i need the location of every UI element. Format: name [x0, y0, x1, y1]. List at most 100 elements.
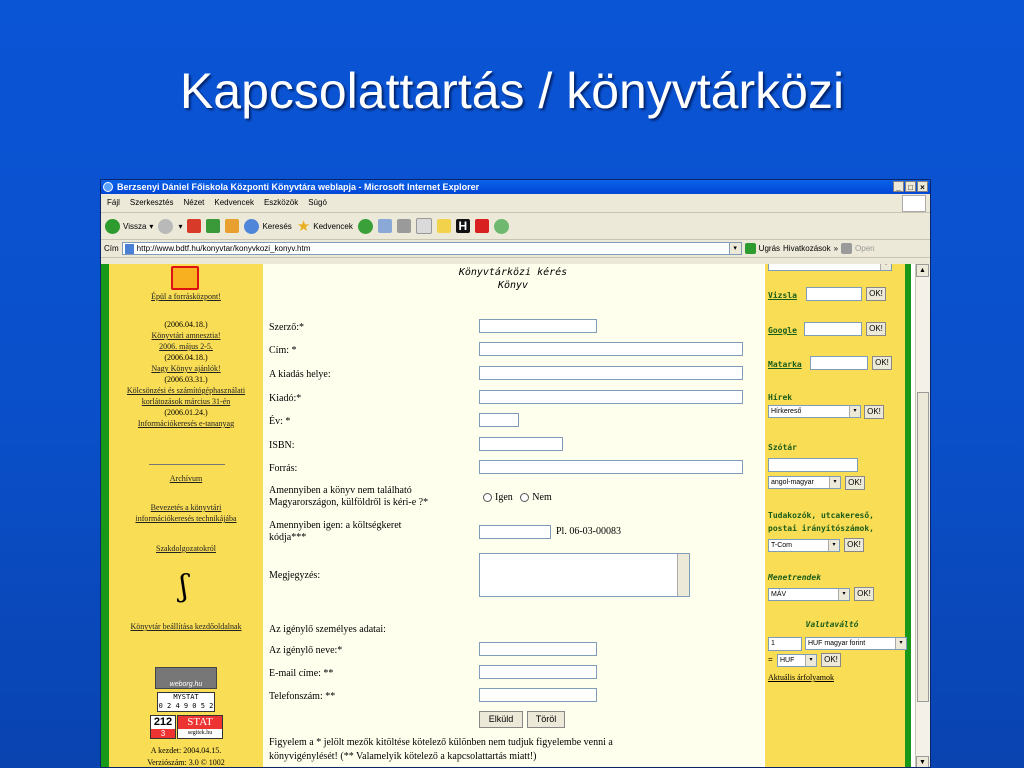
note-textarea[interactable]	[479, 553, 690, 597]
source-input[interactable]	[479, 460, 743, 474]
build-link[interactable]: Épül a forrásközpont!	[109, 292, 263, 301]
radio-yes[interactable]: Igen	[483, 492, 513, 503]
scroll-down-button[interactable]: ▼	[916, 756, 929, 767]
isbn-input[interactable]	[479, 437, 563, 451]
weborg-badge[interactable]: weborg.hu	[155, 667, 217, 689]
scroll-up-button[interactable]: ▲	[916, 264, 929, 277]
top-select[interactable]: ▾	[768, 264, 892, 271]
stat-segitek-badge[interactable]: STAT segitek.hu	[177, 715, 223, 739]
matarka-input[interactable]	[810, 356, 868, 370]
stop-icon[interactable]	[187, 219, 202, 233]
publisher-input[interactable]	[479, 390, 743, 404]
address-dropdown[interactable]: ▾	[728, 243, 741, 254]
timetable-ok-button[interactable]: OK!	[854, 587, 874, 601]
toolbar: Vissza ▾ ▾ Keresés ★ Kedvencek H	[101, 213, 930, 240]
radio-yes-circle	[483, 493, 492, 503]
name-input[interactable]	[479, 642, 597, 656]
menu-edit[interactable]: Szerkesztés	[130, 194, 174, 212]
note-scrollbar[interactable]	[677, 554, 689, 596]
dictionary-input[interactable]	[768, 458, 858, 472]
year-input[interactable]	[479, 413, 519, 427]
page-scrollbar[interactable]: ▲ ▼	[915, 264, 930, 767]
address-input[interactable]: http://www.bdtf.hu/konyvtar/konyvkozi_ko…	[121, 242, 742, 255]
cost-code-input[interactable]	[479, 525, 551, 539]
place-input[interactable]	[479, 366, 743, 380]
homepage-settings-link[interactable]: Könyvtár beállítása kezdőoldalnak	[109, 622, 263, 631]
minimize-button[interactable]: _	[893, 181, 904, 192]
print-icon[interactable]	[396, 219, 411, 233]
slide-title: Kapcsolattartás / könyvtárközi	[179, 63, 845, 119]
favorites-button[interactable]: ★ Kedvencek	[297, 217, 353, 235]
intro-link-line2: információkeresés technikájába	[135, 514, 237, 523]
home-icon[interactable]	[225, 219, 240, 233]
cost-code-label: Amennyiben igen: a költségkeret kódja***	[269, 520, 401, 544]
rates-link[interactable]: Aktuális árfolyamok	[768, 673, 834, 682]
address-bar: Cím http://www.bdtf.hu/konyvtar/konyvkoz…	[101, 240, 930, 258]
matarka-link[interactable]: Matarka	[768, 360, 802, 369]
window-titlebar: Berzsenyi Dániel Főiskola Központi Könyv…	[101, 180, 930, 194]
directory-ok-button[interactable]: OK!	[844, 538, 864, 552]
scroll-thumb[interactable]	[917, 392, 929, 702]
currency-from-select[interactable]: HUF magyar forint ▾	[805, 637, 907, 650]
go-button[interactable]: Ugrás	[744, 243, 780, 254]
refresh-icon[interactable]	[206, 219, 221, 233]
news-ok-button[interactable]: OK!	[864, 405, 884, 419]
forward-button[interactable]	[158, 218, 174, 234]
mystat-counter[interactable]: MYSTAT 0 2 4 9 0 5 2	[157, 692, 215, 712]
vizsla-input[interactable]	[806, 287, 862, 301]
dictionary-select[interactable]: angol-magyar ▾	[768, 476, 841, 489]
google-ok-button[interactable]: OK!	[866, 322, 886, 336]
directory-select[interactable]: T-Com ▾	[768, 539, 840, 552]
open-label[interactable]: Open	[855, 244, 875, 253]
search-button[interactable]: Keresés	[244, 218, 292, 234]
note-icon[interactable]	[436, 219, 451, 233]
mail-icon[interactable]	[377, 219, 392, 233]
history-icon[interactable]	[357, 218, 373, 234]
version: Verziószám: 3.0 © 1002	[147, 758, 225, 767]
menu-help[interactable]: Súgó	[308, 194, 327, 212]
users-icon[interactable]	[493, 218, 509, 234]
reset-button[interactable]: Töröl	[527, 711, 565, 728]
radio-yes-label: Igen	[495, 492, 513, 503]
currency-amount-input[interactable]: 1	[768, 637, 802, 651]
news-link[interactable]: Könyvtári amnesztia!	[109, 330, 263, 341]
news-link[interactable]: Információkeresés e-tananyag	[109, 418, 263, 429]
news-select[interactable]: Hírkereső ▾	[768, 405, 861, 418]
close-button[interactable]: ×	[917, 181, 928, 192]
radio-no[interactable]: Nem	[520, 492, 552, 503]
currency-from-value: HUF magyar forint	[808, 640, 866, 647]
author-input[interactable]	[479, 319, 597, 333]
menu-file[interactable]: Fájl	[107, 194, 120, 212]
messenger-icon[interactable]	[474, 219, 489, 233]
google-input[interactable]	[804, 322, 862, 336]
dictionary-ok-button[interactable]: OK!	[845, 476, 865, 490]
vizsla-link[interactable]: Vizsla	[768, 291, 797, 300]
back-button[interactable]: Vissza ▾	[105, 218, 153, 234]
archive-link[interactable]: Archívum	[109, 474, 263, 483]
matarka-ok-button[interactable]: OK!	[872, 356, 892, 370]
title-input[interactable]	[479, 342, 743, 356]
menu-tools[interactable]: Eszközök	[264, 194, 298, 212]
thesis-link[interactable]: Szakdolgozatokról	[109, 544, 263, 553]
news-link[interactable]: Nagy Könyv ajánlók!	[109, 363, 263, 374]
currency-to-select[interactable]: HUF ▾	[777, 654, 817, 667]
google-link[interactable]: Google	[768, 326, 797, 335]
menu-favorites[interactable]: Kedvencek	[214, 194, 254, 212]
intro-link[interactable]: Bevezetés a könyvtári információkeresés …	[109, 502, 263, 524]
news-link[interactable]: korlátozások március 31-én	[109, 396, 263, 407]
news-link[interactable]: Kölcsönzési és számítógéphasználati	[109, 385, 263, 396]
edit-icon[interactable]	[415, 218, 432, 234]
email-input[interactable]	[479, 665, 597, 679]
maximize-button[interactable]: □	[905, 181, 916, 192]
news-link[interactable]: 2006. május 2-5.	[109, 341, 263, 352]
phone-input[interactable]	[479, 688, 597, 702]
currency-ok-button[interactable]: OK!	[821, 653, 841, 667]
links-label[interactable]: Hivatkozások	[783, 244, 831, 253]
h-icon[interactable]: H	[455, 219, 470, 233]
menu-view[interactable]: Nézet	[183, 194, 204, 212]
chevron-icon[interactable]: »	[834, 244, 838, 253]
submit-button[interactable]: Elküld	[479, 711, 523, 728]
stat-count-badge[interactable]: 212 3	[150, 715, 176, 739]
vizsla-ok-button[interactable]: OK!	[866, 287, 886, 301]
timetable-select[interactable]: MÁV ▾	[768, 588, 850, 601]
